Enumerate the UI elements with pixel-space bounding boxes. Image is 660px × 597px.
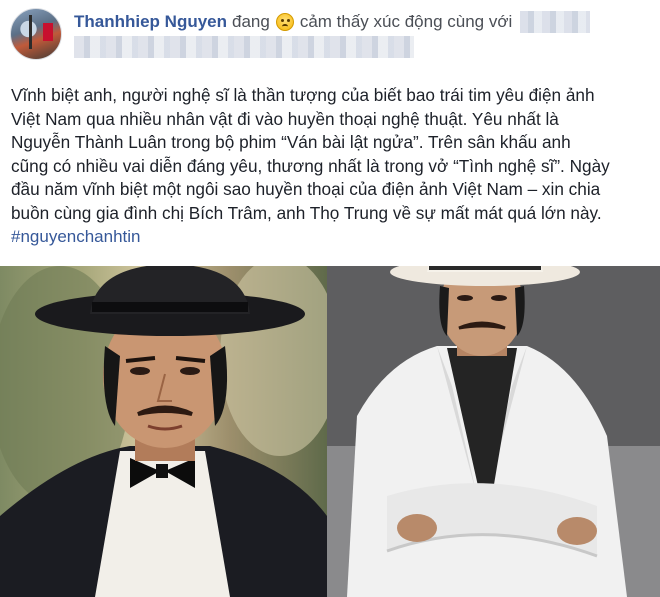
feeling-text: cảm thấy xúc động cùng với — [299, 12, 513, 31]
flag-graphic — [43, 23, 53, 41]
post-text-line: Vĩnh biệt anh, người nghệ sĩ là thần tượ… — [11, 85, 595, 105]
hashtag-link[interactable]: #nguyenchanhtin — [11, 227, 141, 246]
post-text-line: đầu năm vĩnh biệt một ngôi sao huyền tho… — [11, 179, 601, 199]
portrait-illustration-left — [0, 266, 327, 597]
sad-face-icon — [275, 13, 294, 31]
post-photo-left[interactable] — [0, 266, 327, 597]
post-text-line: Nguyễn Thành Luân trong bộ phim “Ván bài… — [11, 132, 571, 152]
post-text-line: cũng có nhiều vai diễn đáng yêu, thương … — [11, 155, 610, 176]
flag-pole-graphic — [29, 15, 32, 49]
post-text-line: buồn cùng gia đình chị Bích Trâm, anh Th… — [11, 202, 602, 223]
post-text-line: Việt Nam qua nhiều nhân vật đi vào huyền… — [11, 108, 559, 129]
post-body: Vĩnh biệt anh, người nghệ sĩ là thần tượ… — [11, 84, 651, 249]
author-name-link[interactable]: Thanhhiep Nguyen — [74, 12, 227, 32]
author-avatar[interactable] — [10, 8, 62, 60]
feeling-prefix: đang — [232, 12, 270, 31]
post-header: Thanhhiep Nguyen đang cảm thấy xúc động … — [74, 10, 591, 34]
facebook-post: Thanhhiep Nguyen đang cảm thấy xúc động … — [0, 0, 660, 597]
post-photo-right[interactable] — [327, 266, 660, 597]
portrait-illustration-right — [327, 266, 660, 597]
blurred-tagged-name — [520, 11, 591, 33]
blurred-tagged-friends — [74, 36, 414, 58]
